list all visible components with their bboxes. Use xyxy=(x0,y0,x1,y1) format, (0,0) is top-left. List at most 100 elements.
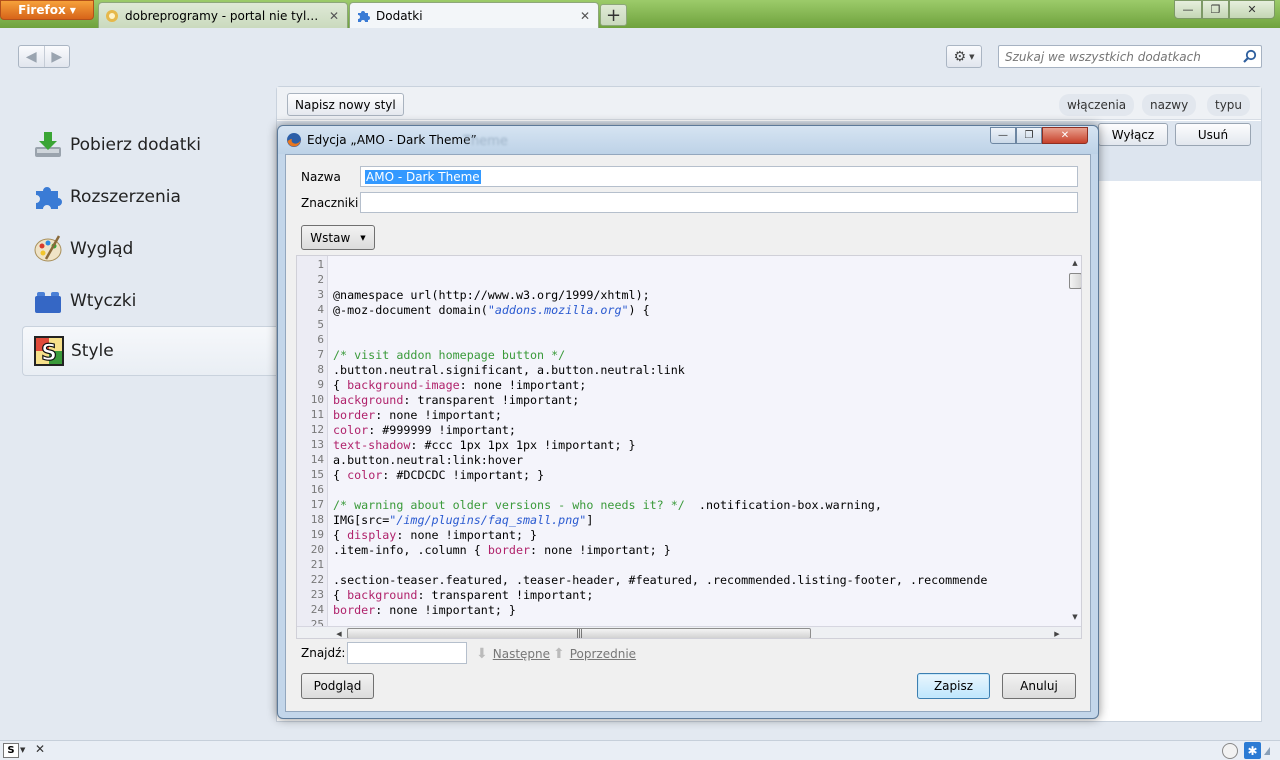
find-previous-label: Poprzednie xyxy=(569,647,637,661)
sidebar-item-get-addons[interactable]: Pobierz dodatki xyxy=(22,120,282,170)
code-line[interactable]: { background-image: none !important; xyxy=(333,378,1063,392)
scroll-left-icon[interactable]: ◀ xyxy=(331,627,347,638)
code-line[interactable]: IMG[src="/img/plugins/faq_small.png"] xyxy=(333,513,1063,527)
sidebar-item-styles[interactable]: S Style xyxy=(22,326,282,376)
line-number: 13 xyxy=(310,438,324,451)
sort-by-enabled[interactable]: włączenia xyxy=(1059,94,1135,116)
forward-arrow-icon[interactable]: ▶ xyxy=(43,46,70,67)
line-number: 1 xyxy=(317,258,324,271)
code-token: background xyxy=(347,588,418,602)
line-number-gutter: 1 2 3 4 5 6 7 8 9 10 11 12 13 14 15 16 17 18 19 20 21 22 23 24 2… xyxy=(297,256,328,631)
code-line[interactable]: { display: none !important; } xyxy=(333,528,1063,542)
find-input[interactable] xyxy=(347,642,467,664)
list-header: Napisz nowy styl włączenia nazwy typu xyxy=(277,87,1261,120)
code-line[interactable]: background: transparent !important; xyxy=(333,393,1063,407)
dialog-restore-button[interactable]: ❐ xyxy=(1016,127,1042,144)
code-line[interactable]: /* visit addon homepage button */ xyxy=(333,348,1063,362)
code-token: /* visit addon homepage button */ xyxy=(333,348,566,362)
minimize-button[interactable]: — xyxy=(1174,0,1202,19)
code-line[interactable]: { background: transparent !important; xyxy=(333,588,1063,602)
sidebar-item-appearance[interactable]: Wygląd xyxy=(22,224,282,274)
back-arrow-icon[interactable]: ◀ xyxy=(19,46,44,67)
tab-dobreprogramy[interactable]: dobreprogramy - portal nie tylko o o... … xyxy=(98,2,348,29)
chevron-down-icon: ▼ xyxy=(360,233,366,242)
line-number: 10 xyxy=(310,393,324,406)
code-line[interactable]: .button.neutral.significant, a.button.ne… xyxy=(333,363,1063,377)
scroll-right-icon[interactable]: ▶ xyxy=(1049,627,1065,638)
title-bar: Firefox ▼ dobreprogramy - portal nie tyl… xyxy=(0,0,1280,29)
find-previous-button[interactable]: ⬆ Poprzednie xyxy=(553,645,636,663)
sort-by-type[interactable]: typu xyxy=(1207,94,1251,116)
scroll-thumb[interactable] xyxy=(1069,273,1081,289)
stylish-status-icon[interactable]: S xyxy=(3,743,19,758)
status-circle-icon[interactable] xyxy=(1222,743,1238,759)
tab-label: dobreprogramy - portal nie tylko o o... xyxy=(125,9,323,23)
code-line[interactable]: @-moz-document domain("addons.mozilla.or… xyxy=(333,303,1063,317)
dialog-title: Edycja „AMO - Dark Theme” xyxy=(307,133,477,147)
dialog-title-bar[interactable]: Edycja „AMO - Dark Theme” Theme — ❐ ✕ xyxy=(278,126,1098,154)
name-field[interactable]: AMO - Dark Theme xyxy=(360,166,1078,187)
dialog-minimize-button[interactable]: — xyxy=(990,127,1016,144)
code-line[interactable]: color: #999999 !important; xyxy=(333,423,1063,437)
code-line[interactable]: text-shadow: #ccc 1px 1px 1px !important… xyxy=(333,438,1063,452)
find-label: Znajdź: xyxy=(301,646,346,660)
css-code-editor[interactable]: 1 2 3 4 5 6 7 8 9 10 11 12 13 14 15 16 17 18 19 20 21 22 23 24 2… xyxy=(296,255,1082,639)
bluetooth-icon[interactable]: ✱ xyxy=(1244,742,1261,759)
sidebar-item-plugins[interactable]: Wtyczki xyxy=(22,276,282,326)
code-token: color xyxy=(347,468,383,482)
category-sidebar: Pobierz dodatki Rozszerzenia Wygląd Wtyc… xyxy=(0,86,282,740)
close-tab-icon[interactable]: ✕ xyxy=(578,9,592,23)
code-line[interactable]: .section-teaser.featured, .teaser-header… xyxy=(333,573,1063,587)
scroll-up-icon[interactable]: ▲ xyxy=(1067,256,1081,270)
sort-by-name[interactable]: nazwy xyxy=(1142,94,1197,116)
horizontal-scrollbar[interactable]: ◀ ||| ▶ xyxy=(297,626,1081,638)
code-token: "/img/plugins/faq_small.png" xyxy=(389,513,587,527)
chevron-down-icon[interactable]: ▼ xyxy=(20,746,25,754)
tab-dodatki[interactable]: Dodatki ✕ xyxy=(349,2,599,29)
close-window-button[interactable]: ✕ xyxy=(1229,0,1275,19)
code-token: : transparent !important; xyxy=(417,588,594,602)
restore-button[interactable]: ❐ xyxy=(1202,0,1229,19)
close-tab-icon[interactable]: ✕ xyxy=(327,9,341,23)
code-line[interactable]: @namespace url(http://www.w3.org/1999/xh… xyxy=(333,288,1063,302)
code-line[interactable]: border: none !important; xyxy=(333,408,1063,422)
code-token: @-moz-document domain( xyxy=(333,303,488,317)
remove-button[interactable]: Usuń xyxy=(1175,123,1251,146)
close-icon[interactable]: ✕ xyxy=(35,742,45,756)
gear-icon: ⚙ xyxy=(953,48,967,65)
vertical-scrollbar[interactable]: ▲ ▼ xyxy=(1067,256,1081,626)
resize-grip-icon[interactable] xyxy=(1264,747,1270,755)
search-icon[interactable] xyxy=(1242,49,1257,64)
line-number: 21 xyxy=(310,558,324,571)
line-number: 18 xyxy=(310,513,324,526)
scroll-down-icon[interactable]: ▼ xyxy=(1067,610,1081,624)
write-new-style-button[interactable]: Napisz nowy styl xyxy=(287,93,404,116)
code-line[interactable]: .item-info, .column { border: none !impo… xyxy=(333,543,1063,557)
code-line[interactable]: /* warning about older versions - who ne… xyxy=(333,498,1063,512)
code-token: background xyxy=(333,393,404,407)
disable-button[interactable]: Wyłącz xyxy=(1098,123,1168,146)
preview-button[interactable]: Podgląd xyxy=(301,673,374,699)
tags-field[interactable] xyxy=(360,192,1078,213)
cancel-button[interactable]: Anuluj xyxy=(1002,673,1076,699)
code-token: IMG[src= xyxy=(333,513,390,527)
tools-menu-button[interactable]: ⚙ ▼ xyxy=(946,45,982,68)
scroll-thumb[interactable]: ||| xyxy=(347,628,811,638)
code-line[interactable]: border: none !important; } xyxy=(333,603,1063,617)
code-token: .notification-box.warning, xyxy=(684,498,882,512)
sidebar-item-label: Pobierz dodatki xyxy=(70,135,201,155)
insert-menu-button[interactable]: Wstaw ▼ xyxy=(301,225,375,250)
dialog-close-button[interactable]: ✕ xyxy=(1042,127,1088,144)
sidebar-item-extensions[interactable]: Rozszerzenia xyxy=(22,172,282,222)
name-value: AMO - Dark Theme xyxy=(365,169,481,184)
save-button[interactable]: Zapisz xyxy=(917,673,990,699)
firefox-menu-button[interactable]: Firefox ▼ xyxy=(0,0,94,20)
code-token: : #999999 !important; xyxy=(368,423,516,437)
find-next-button[interactable]: ⬇ Następne xyxy=(476,645,550,663)
search-input[interactable] xyxy=(999,46,1239,67)
new-tab-button[interactable]: + xyxy=(600,4,627,26)
code-line[interactable]: { color: #DCDCDC !important; } xyxy=(333,468,1063,482)
code-line[interactable]: a.button.neutral:link:hover xyxy=(333,453,1063,467)
firefox-icon xyxy=(287,133,301,147)
puzzle-icon xyxy=(36,187,62,209)
